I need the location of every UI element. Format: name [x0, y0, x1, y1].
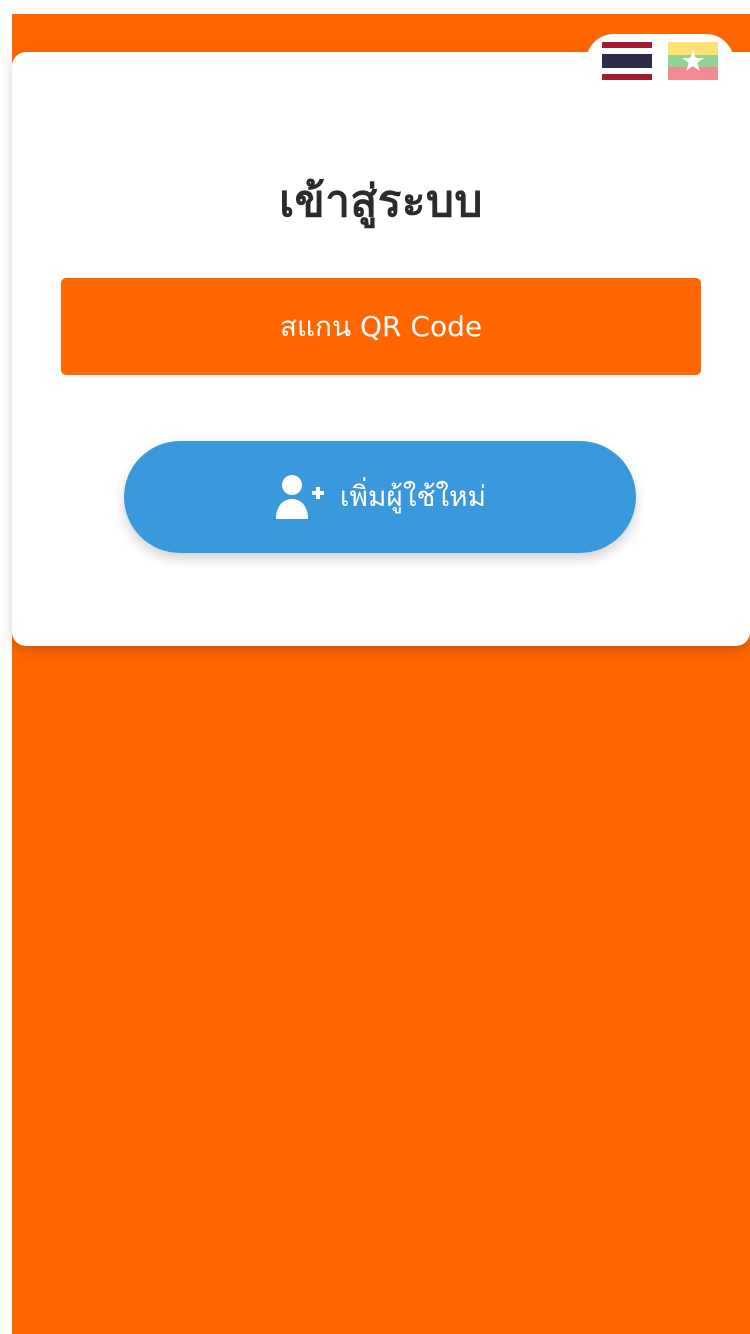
scan-qr-label: สแกน QR Code	[279, 309, 483, 343]
scan-qr-button[interactable]: สแกน QR Code	[61, 278, 701, 375]
flag-th-icon[interactable]	[602, 42, 652, 80]
flag-mm-icon[interactable]	[668, 42, 718, 80]
user-plus-icon	[274, 473, 326, 521]
add-user-label: เพิ่มผู้ใช้ใหม่	[339, 480, 487, 513]
add-user-button[interactable]: เพิ่มผู้ใช้ใหม่	[124, 441, 636, 553]
login-page: เข้าสู่ระบบ สแกน QR Code เพิ่มผู้ใช้ใหม่	[0, 0, 750, 1334]
page-title: เข้าสู่ระบบ	[279, 176, 483, 227]
